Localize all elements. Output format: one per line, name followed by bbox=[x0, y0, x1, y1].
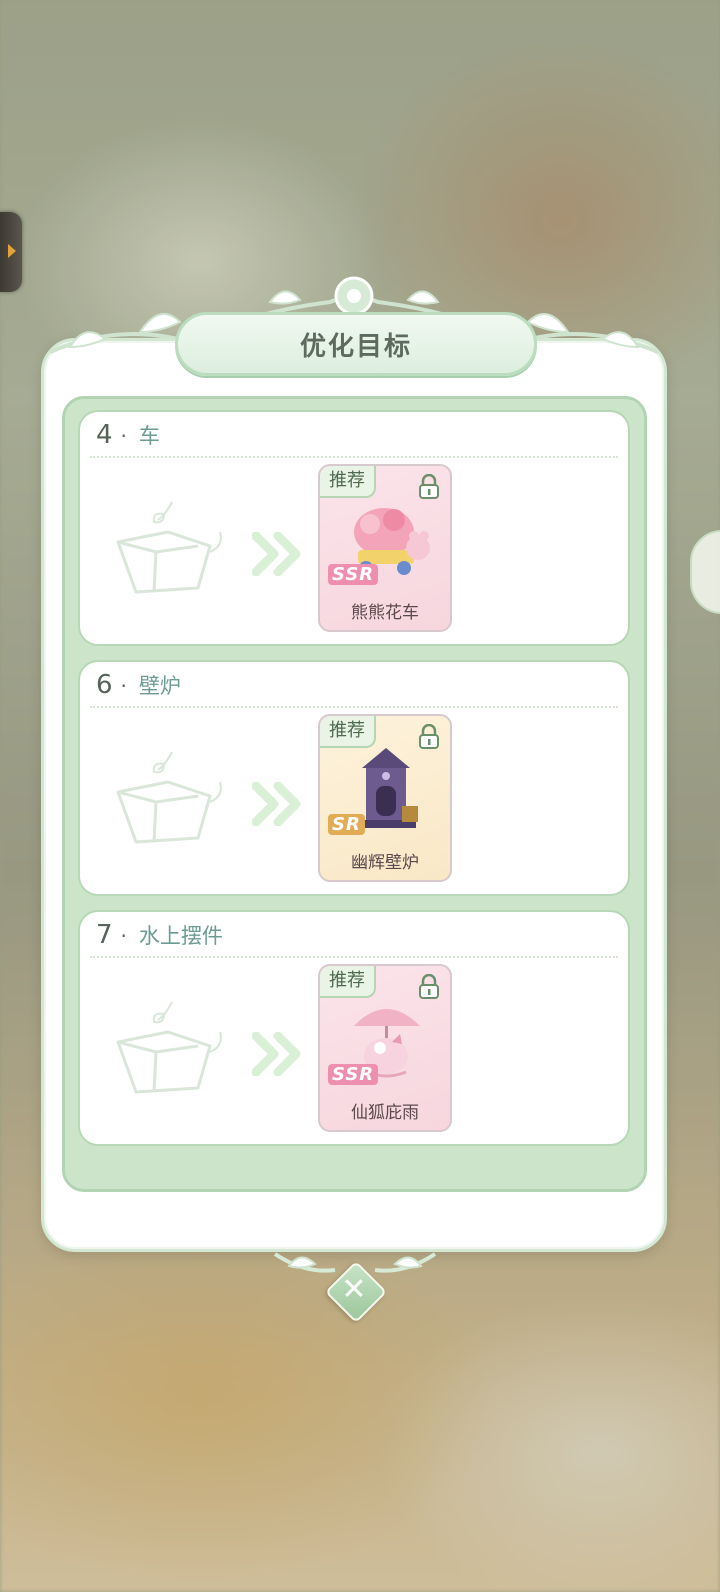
divider bbox=[90, 456, 618, 458]
lock-icon[interactable] bbox=[418, 474, 440, 500]
target-number: 4 bbox=[96, 420, 113, 450]
dialog-title: 优化目标 bbox=[299, 331, 412, 362]
item-name: 仙狐庇雨 bbox=[351, 1103, 419, 1123]
empty-box-icon bbox=[116, 1001, 222, 1094]
target-card[interactable]: 4 · 车 推荐 SSR 熊熊花车 bbox=[78, 410, 630, 646]
separator-dot: · bbox=[120, 674, 127, 698]
divider bbox=[90, 956, 618, 958]
empty-box-icon bbox=[116, 501, 222, 594]
lock-icon[interactable] bbox=[418, 974, 440, 1000]
recommended-badge: 推荐 bbox=[320, 966, 376, 998]
close-icon[interactable]: ✕ bbox=[334, 1270, 374, 1310]
item-name: 幽辉壁炉 bbox=[351, 853, 419, 873]
double-chevron-right-icon bbox=[252, 532, 301, 576]
rarity-label: SSR bbox=[328, 564, 379, 585]
expand-arrow-icon bbox=[8, 244, 16, 258]
empty-box-icon bbox=[116, 751, 222, 844]
double-chevron-right-icon bbox=[252, 782, 301, 826]
recommended-badge: 推荐 bbox=[320, 466, 376, 498]
target-category: 车 bbox=[138, 424, 160, 448]
recommended-item-card[interactable]: 推荐 SSR 仙狐庇雨 bbox=[318, 964, 452, 1132]
double-chevron-right-icon bbox=[252, 1032, 301, 1076]
target-category: 壁炉 bbox=[138, 674, 181, 698]
divider bbox=[90, 706, 618, 708]
recommended-item-card[interactable]: 推荐 SR 幽辉壁炉 bbox=[318, 714, 452, 882]
lock-icon[interactable] bbox=[418, 724, 440, 750]
separator-dot: · bbox=[120, 424, 127, 448]
rarity-label: SR bbox=[328, 814, 365, 835]
recommended-item-card[interactable]: 推荐 SSR 熊熊花车 bbox=[318, 464, 452, 632]
target-category: 水上摆件 bbox=[138, 924, 223, 948]
target-number: 6 bbox=[96, 670, 113, 700]
item-name: 熊熊花车 bbox=[351, 603, 419, 623]
side-expand-tab[interactable] bbox=[0, 212, 22, 292]
separator-dot: · bbox=[120, 924, 127, 948]
target-card[interactable]: 6 · 壁炉 推荐 SR 幽辉壁炉 bbox=[78, 660, 630, 896]
target-card[interactable]: 7 · 水上摆件 推荐 SSR 仙狐庇雨 bbox=[78, 910, 630, 1146]
rarity-label: SSR bbox=[328, 1064, 379, 1085]
recommended-badge: 推荐 bbox=[320, 716, 376, 748]
target-number: 7 bbox=[96, 920, 113, 950]
title-plaque: 优化目标 bbox=[175, 312, 537, 376]
